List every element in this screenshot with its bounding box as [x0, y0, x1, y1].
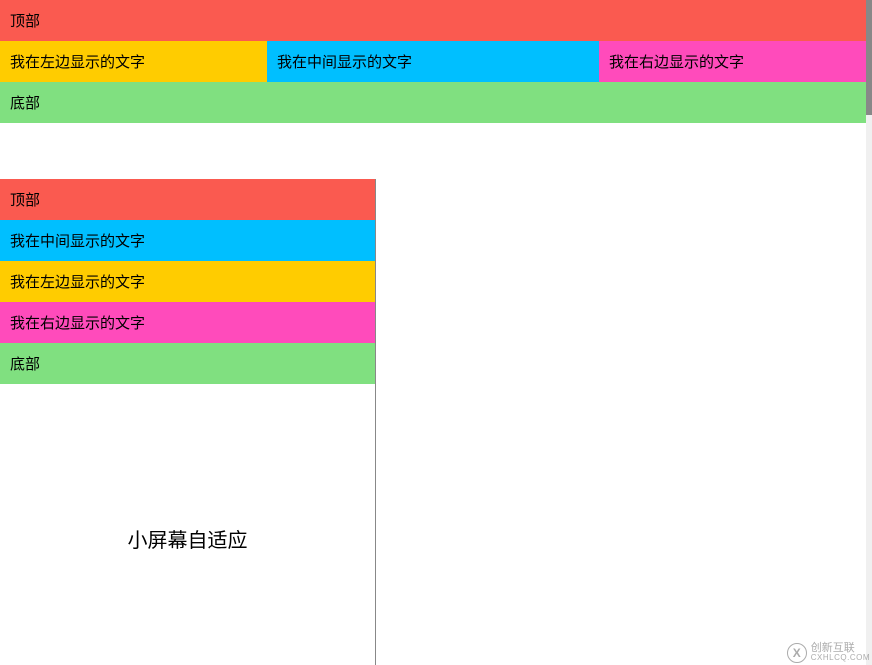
- mobile-layout: 顶部 我在中间显示的文字 我在左边显示的文字 我在右边显示的文字 底部 小屏幕自…: [0, 179, 376, 665]
- mobile-right-row: 我在右边显示的文字: [0, 302, 375, 343]
- left-column: 我在左边显示的文字: [0, 41, 267, 82]
- mobile-caption: 小屏幕自适应: [0, 524, 375, 553]
- top-bar: 顶部: [0, 0, 866, 41]
- brand-logo: X 创新互联 CXHLCQ.COM: [787, 642, 870, 663]
- bottom-bar: 底部: [0, 82, 866, 123]
- mobile-left-row: 我在左边显示的文字: [0, 261, 375, 302]
- right-column: 我在右边显示的文字: [599, 41, 866, 82]
- scrollbar-thumb[interactable]: [866, 0, 872, 115]
- middle-column: 我在中间显示的文字: [267, 41, 599, 82]
- logo-brand-en: CXHLCQ.COM: [811, 654, 870, 663]
- mobile-bottom-bar: 底部: [0, 343, 375, 384]
- desktop-layout: 顶部 我在左边显示的文字 我在中间显示的文字 我在右边显示的文字 底部: [0, 0, 866, 123]
- mobile-middle-row: 我在中间显示的文字: [0, 220, 375, 261]
- logo-icon: X: [787, 643, 807, 663]
- columns-row: 我在左边显示的文字 我在中间显示的文字 我在右边显示的文字: [0, 41, 866, 82]
- logo-text: 创新互联 CXHLCQ.COM: [811, 642, 870, 663]
- mobile-top-bar: 顶部: [0, 179, 375, 220]
